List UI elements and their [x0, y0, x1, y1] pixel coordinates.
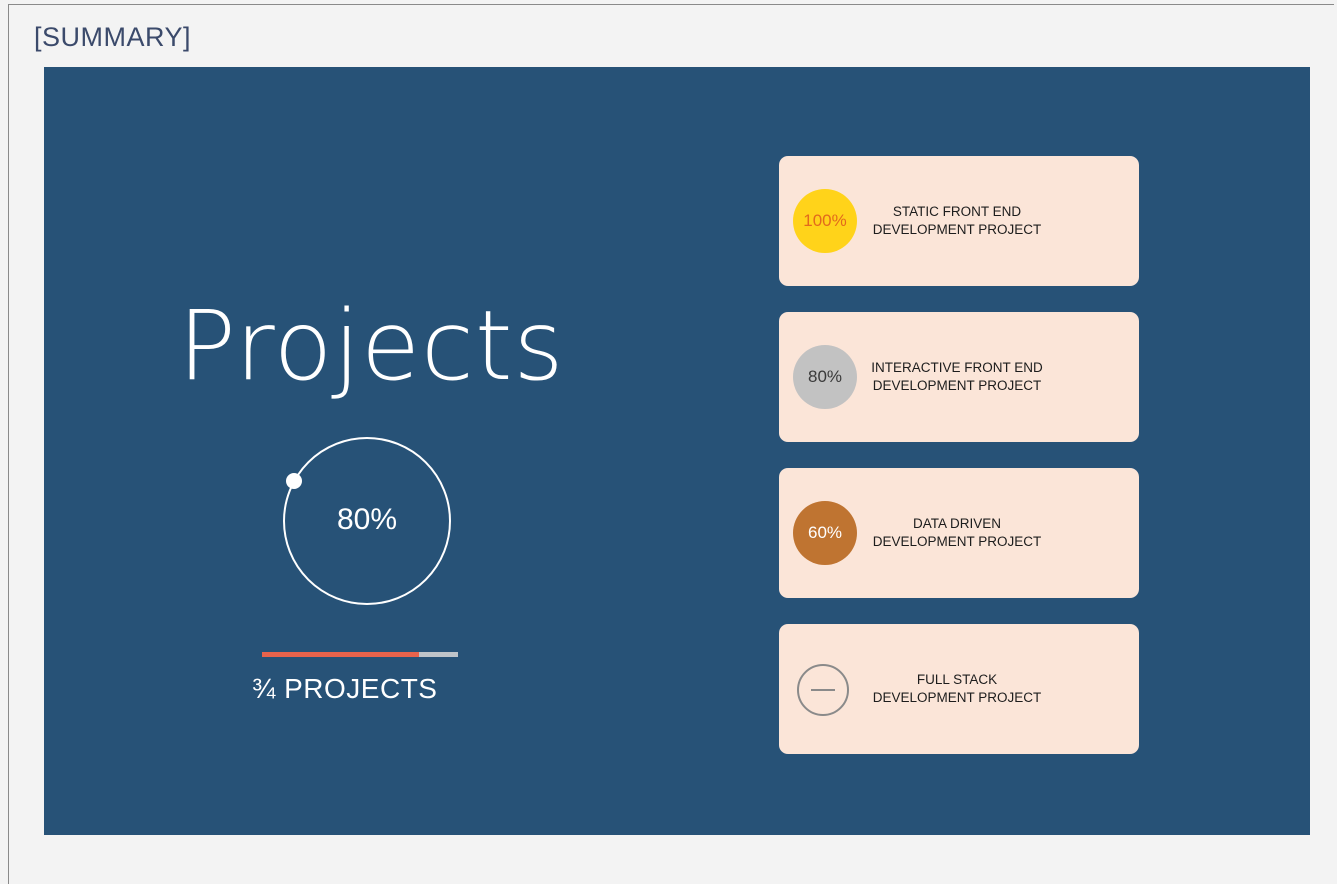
progress-percent: 80%: [336, 503, 398, 536]
projects-progress-fill: [262, 652, 419, 657]
project-card-title: DATA DRIVEN DEVELOPMENT PROJECT: [872, 516, 1042, 549]
projects-title: Projects: [178, 290, 565, 402]
progress-badge: 80%: [793, 345, 857, 409]
project-card-title: STATIC FRONT END DEVELOPMENT PROJECT: [872, 204, 1042, 237]
project-card-interactive[interactable]: 80% INTERACTIVE FRONT END DEVELOPMENT PR…: [779, 312, 1139, 442]
project-card-static[interactable]: 100% STATIC FRONT END DEVELOPMENT PROJEC…: [779, 156, 1139, 286]
project-card-title: FULL STACK DEVELOPMENT PROJECT: [872, 672, 1042, 705]
projects-progress-label: ¾ PROJECTS: [252, 673, 438, 704]
progress-ring-marker: [286, 473, 302, 489]
project-card-title: INTERACTIVE FRONT END DEVELOPMENT PROJEC…: [871, 360, 1043, 393]
project-card-full-stack[interactable]: FULL STACK DEVELOPMENT PROJECT: [779, 624, 1139, 754]
progress-badge: 100%: [793, 189, 857, 253]
project-card-data-driven[interactable]: 60% DATA DRIVEN DEVELOPMENT PROJECT: [779, 468, 1139, 598]
progress-badge: 60%: [793, 501, 857, 565]
minus-circle-icon: [797, 664, 849, 716]
projects-progress-bar: [262, 652, 458, 657]
section-title: [SUMMARY]: [34, 22, 192, 52]
